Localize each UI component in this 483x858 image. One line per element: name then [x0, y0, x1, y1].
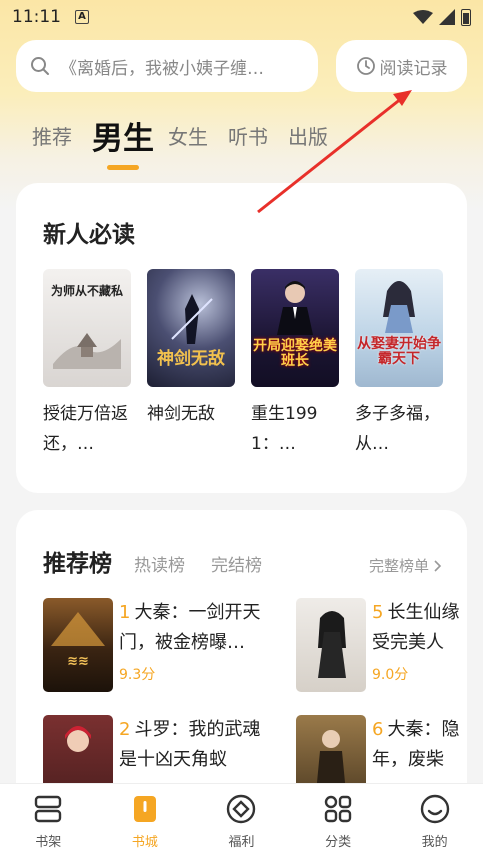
rank-number: 1 [119, 602, 131, 623]
book-item[interactable]: 为师从不藏私 授徒万倍返还，… [43, 269, 131, 459]
tab-male-label: 男生 [92, 120, 154, 157]
rank-number: 6 [372, 719, 384, 740]
book-title-line2: 年，废柴 [372, 749, 444, 770]
search-input[interactable]: 《离婚后，我被小姨子缠… [16, 40, 318, 92]
bottom-navigation: 书架 书城 福利 分类 我的 [0, 783, 483, 858]
book-title: 授徒万倍返还，… [43, 404, 128, 454]
cover-art [383, 281, 415, 333]
nav-welfare[interactable]: 福利 [206, 793, 276, 850]
book-title-line1: 大秦：一剑开天 [134, 602, 261, 623]
ranking-item[interactable]: ≋≋ 1 大秦：一剑开天 门，被金榜曝… 9.3分 [43, 598, 291, 692]
book-title-line2: 门，被金榜曝… [119, 632, 245, 653]
notification-icon: A [75, 10, 89, 24]
book-item[interactable]: 从娶妻开始争霸天下 多子多福，从… [355, 269, 443, 459]
clock-icon [356, 57, 375, 75]
wifi-icon [413, 10, 433, 24]
book-list: 为师从不藏私 授徒万倍返还，… 神剑无敌 神剑无敌 开局迎娶绝美班长 重生199… [43, 269, 443, 459]
book-item[interactable]: 神剑无敌 神剑无敌 [147, 269, 235, 459]
tab-indicator [107, 164, 139, 170]
search-icon [31, 57, 49, 75]
book-score: 9.0分 [372, 667, 409, 683]
rank-number: 2 [119, 719, 131, 740]
cover-art [277, 281, 313, 335]
cover-art [53, 333, 121, 369]
nav-profile[interactable]: 我的 [400, 793, 470, 850]
book-title: 重生1991：… [251, 404, 318, 454]
book-title-line2: 是十凶天角蚁 [119, 749, 227, 770]
ranking-header: 推荐榜 热读榜 完结榜 完整榜单 [43, 544, 443, 578]
book-title-line1: 长生仙缘 [387, 602, 460, 623]
tab-completed[interactable]: 完结榜 [211, 551, 262, 576]
reading-history-button[interactable]: 阅读记录 [336, 40, 467, 92]
cover-title: 开局迎娶绝美班长 [253, 338, 337, 369]
reading-history-label: 阅读记录 [379, 58, 448, 79]
book-cover: 从娶妻开始争霸天下 [355, 269, 443, 387]
profile-icon [420, 794, 449, 823]
book-score: 9.3分 [119, 667, 156, 683]
cover-art [318, 611, 346, 678]
category-icon [324, 795, 352, 822]
nav-label: 分类 [325, 834, 352, 850]
nav-category[interactable]: 分类 [303, 793, 373, 850]
tab-audiobook[interactable]: 听书 [228, 121, 268, 150]
book-title-line1: 斗罗：我的武魂 [134, 719, 261, 740]
ranking-info: 1 大秦：一剑开天 门，被金榜曝… 9.3分 [119, 598, 291, 692]
nav-bookstore[interactable]: 书城 [110, 793, 180, 850]
section-title: 新人必读 [43, 222, 135, 248]
nav-label: 福利 [228, 834, 255, 850]
cover-title: 为师从不藏私 [50, 284, 123, 298]
book-title-line1: 大秦：隐 [387, 719, 460, 740]
cover-art [51, 612, 105, 646]
search-placeholder: 《离婚后，我被小姨子缠… [60, 58, 264, 79]
tab-recommend[interactable]: 推荐 [32, 121, 72, 150]
tab-female[interactable]: 女生 [168, 121, 208, 150]
cover-art [171, 294, 213, 344]
cover-title: 从娶妻开始争霸天下 [357, 336, 441, 367]
nav-label: 我的 [421, 834, 448, 850]
status-time: 11:11 [12, 7, 61, 27]
book-cover: ≋≋ [43, 598, 113, 692]
tab-hot-reading[interactable]: 热读榜 [134, 551, 185, 576]
book-cover: 神剑无敌 [147, 269, 235, 387]
tab-male[interactable]: 男生 [92, 113, 154, 170]
new-reader-section: 新人必读 为师从不藏私 授徒万倍返还，… 神剑无敌 神剑无敌 开局迎娶绝美班长 … [16, 183, 467, 493]
signal-icon [439, 9, 455, 25]
nav-bookshelf[interactable]: 书架 [13, 793, 83, 850]
chevron-right-icon [434, 559, 442, 572]
status-bar: 11:11 A [0, 0, 483, 34]
welfare-icon [227, 794, 256, 823]
book-title-line2: 受完美人 [372, 632, 444, 653]
ranking-title: 推荐榜 [43, 551, 112, 577]
ranking-item[interactable]: 5 长生仙缘 受完美人 9.0分 [296, 598, 483, 692]
rank-number: 5 [372, 602, 384, 623]
nav-label: 书城 [131, 834, 158, 850]
category-tabs: 推荐 男生 女生 听书 出版 [32, 110, 348, 170]
bookshelf-icon [35, 795, 62, 822]
full-ranking-label: 完整榜单 [368, 557, 429, 575]
book-cover: 为师从不藏私 [43, 269, 131, 387]
book-cover: 开局迎娶绝美班长 [251, 269, 339, 387]
nav-label: 书架 [35, 834, 62, 850]
book-title: 多子多福，从… [355, 404, 440, 454]
ranking-info: 5 长生仙缘 受完美人 9.0分 [372, 598, 483, 692]
cover-title: 神剑无敌 [157, 349, 225, 369]
bookstore-icon [133, 795, 156, 822]
book-title: 神剑无敌 [147, 404, 215, 424]
cover-decoration: ≋≋ [67, 654, 89, 669]
battery-icon [461, 8, 471, 26]
full-ranking-link[interactable]: 完整榜单 [369, 555, 443, 576]
book-cover [296, 598, 366, 692]
book-item[interactable]: 开局迎娶绝美班长 重生1991：… [251, 269, 339, 459]
tab-publish[interactable]: 出版 [288, 121, 328, 150]
